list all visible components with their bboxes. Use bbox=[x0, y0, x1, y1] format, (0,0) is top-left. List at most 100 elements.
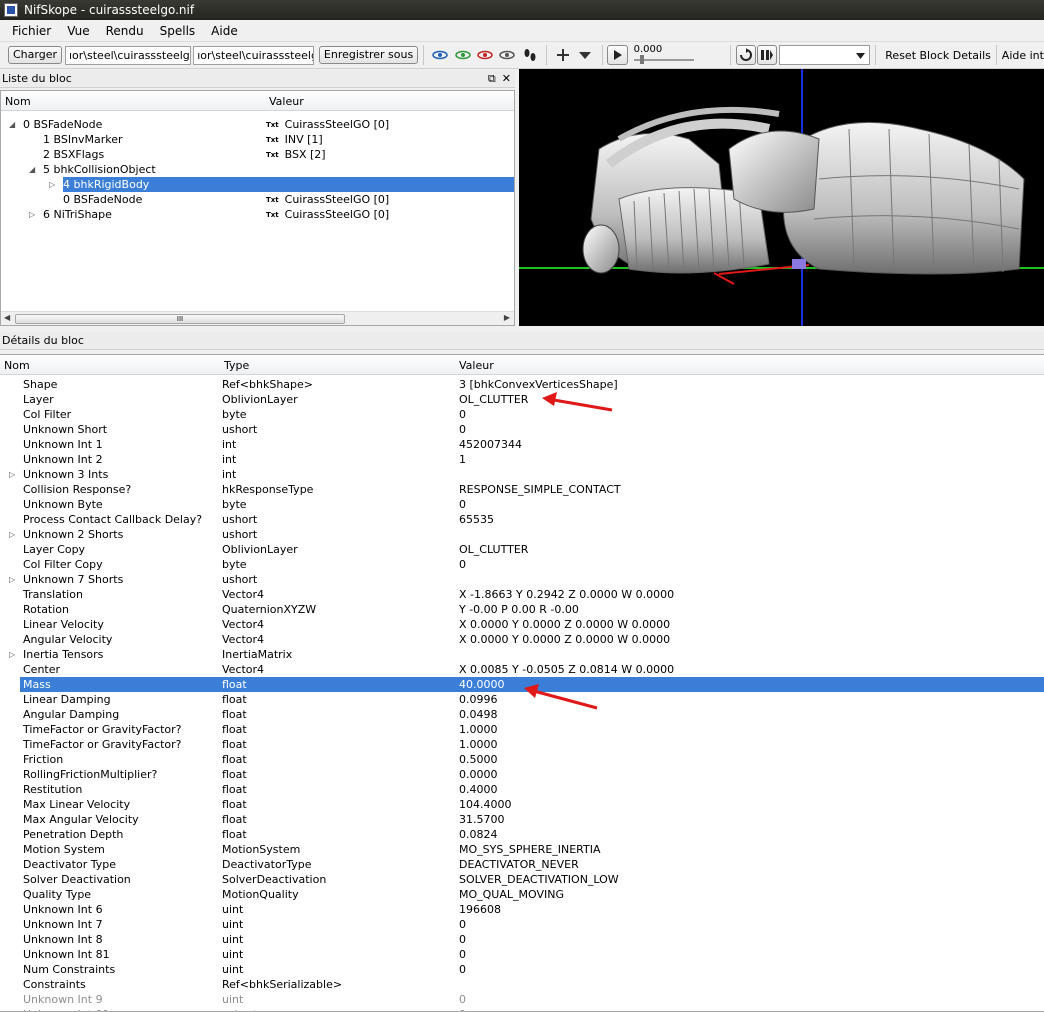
eye-gray-icon[interactable] bbox=[499, 47, 516, 63]
details-cell-value[interactable]: DEACTIVATOR_NEVER bbox=[459, 857, 579, 872]
expand-toggle-icon[interactable]: ▷ bbox=[9, 527, 15, 542]
tree-row[interactable]: 2 BSXFlags Txt BSX [2] bbox=[1, 147, 514, 162]
details-cell-value[interactable]: 1.0000 bbox=[459, 722, 498, 737]
details-row[interactable]: Unknown Int 81 uint 0 bbox=[0, 947, 1044, 962]
view-dropdown-icon[interactable] bbox=[577, 47, 593, 63]
details-row[interactable]: Collision Response? hkResponseType RESPONS… bbox=[0, 482, 1044, 497]
details-row[interactable]: Unknown Int 91 ushort 0 bbox=[0, 1007, 1044, 1011]
details-cell-value[interactable]: 1.0000 bbox=[459, 737, 498, 752]
details-cell-value[interactable]: MO_SYS_SPHERE_INERTIA bbox=[459, 842, 601, 857]
tree-row[interactable]: ▷ 4 bhkRigidBody bbox=[1, 177, 514, 192]
close-icon[interactable]: ✕ bbox=[502, 72, 511, 86]
details-row[interactable]: Constraints Ref<bhkSerializable> bbox=[0, 977, 1044, 992]
menu-rendu[interactable]: Rendu bbox=[98, 24, 152, 38]
details-cell-value[interactable]: X -1.8663 Y 0.2942 Z 0.0000 W 0.0000 bbox=[459, 587, 674, 602]
play-button[interactable] bbox=[607, 45, 628, 65]
menu-fichier[interactable]: Fichier bbox=[4, 24, 59, 38]
details-row[interactable]: ▷ Unknown 2 Shorts ushort bbox=[0, 527, 1044, 542]
details-row[interactable]: Process Contact Callback Delay? ushort 655… bbox=[0, 512, 1044, 527]
details-row[interactable]: Max Angular Velocity float 31.5700 bbox=[0, 812, 1044, 827]
details-row[interactable]: Unknown Int 2 int 1 bbox=[0, 452, 1044, 467]
loop-button[interactable] bbox=[735, 45, 757, 65]
details-row[interactable]: ▷ Inertia Tensors InertiaMatrix bbox=[0, 647, 1044, 662]
details-row[interactable]: Unknown Int 1 int 452007344 bbox=[0, 437, 1044, 452]
details-row[interactable]: RollingFrictionMultiplier? float 0.0000 bbox=[0, 767, 1044, 782]
details-row[interactable]: Motion System MotionSystem MO_SYS_SPHERE_I… bbox=[0, 842, 1044, 857]
details-row[interactable]: Unknown Int 8 uint 0 bbox=[0, 932, 1044, 947]
tree-row[interactable]: 1 BSInvMarker Txt INV [1] bbox=[1, 132, 514, 147]
details-cell-value[interactable]: 0 bbox=[459, 917, 466, 932]
footprints-icon[interactable] bbox=[522, 47, 538, 63]
details-cell-value[interactable]: 0.5000 bbox=[459, 752, 498, 767]
details-cell-value[interactable]: SOLVER_DEACTIVATION_LOW bbox=[459, 872, 619, 887]
details-cell-value[interactable]: 0 bbox=[459, 497, 466, 512]
details-row[interactable]: Solver Deactivation SolverDeactivation SOL… bbox=[0, 872, 1044, 887]
eye-green-icon[interactable] bbox=[454, 47, 471, 63]
details-cell-value[interactable]: 0 bbox=[459, 947, 466, 962]
details-row[interactable]: Translation Vector4 X -1.8663 Y 0.2942 Z 0… bbox=[0, 587, 1044, 602]
float-dock-icon[interactable]: ⧉ bbox=[488, 72, 496, 86]
details-cell-value[interactable]: 0 bbox=[459, 422, 466, 437]
details-row[interactable]: Deactivator Type DeactivatorType DEACTIVAT… bbox=[0, 857, 1044, 872]
details-row[interactable]: Unknown Int 9 uint 0 bbox=[0, 992, 1044, 1007]
details-row[interactable]: Linear Damping float 0.0996 bbox=[0, 692, 1044, 707]
details-cell-value[interactable]: 0 bbox=[459, 1007, 466, 1011]
details-cell-value[interactable]: 0 bbox=[459, 557, 466, 572]
menu-spells[interactable]: Spells bbox=[152, 24, 204, 38]
details-row[interactable]: ▷ Unknown 3 Ints int bbox=[0, 467, 1044, 482]
3d-viewport[interactable] bbox=[519, 69, 1044, 326]
details-row[interactable]: Shape Ref<bhkShape> 3 [bhkConvexVerticesSh… bbox=[0, 377, 1044, 392]
details-cell-value[interactable]: 0.0824 bbox=[459, 827, 498, 842]
details-cell-value[interactable]: 31.5700 bbox=[459, 812, 505, 827]
details-row[interactable]: Col Filter Copy byte 0 bbox=[0, 557, 1044, 572]
details-row[interactable]: Layer Copy OblivionLayer OL_CLUTTER bbox=[0, 542, 1044, 557]
reset-block-details-button[interactable]: Reset Block Details bbox=[885, 49, 991, 62]
details-row[interactable]: Mass float 40.0000 bbox=[0, 677, 1044, 692]
animation-select[interactable] bbox=[779, 45, 871, 65]
scroll-thumb[interactable]: III bbox=[15, 314, 345, 324]
details-cell-value[interactable]: OL_CLUTTER bbox=[459, 542, 528, 557]
details-cell-value[interactable]: 1 bbox=[459, 452, 466, 467]
slider-handle[interactable] bbox=[639, 55, 644, 64]
switch-button[interactable] bbox=[757, 45, 778, 65]
details-row[interactable]: TimeFactor or GravityFactor? float 1.0000 bbox=[0, 737, 1044, 752]
details-row[interactable]: Angular Velocity Vector4 X 0.0000 Y 0.0000… bbox=[0, 632, 1044, 647]
details-row[interactable]: ▷ Unknown 7 Shorts ushort bbox=[0, 572, 1044, 587]
details-cell-value[interactable]: 0.0996 bbox=[459, 692, 498, 707]
tree-row[interactable]: ▷ 6 NiTriShape Txt CuirassSteelGO [0] bbox=[1, 207, 514, 222]
details-cell-value[interactable]: 0.0498 bbox=[459, 707, 498, 722]
expand-toggle-icon[interactable]: ▷ bbox=[9, 467, 15, 482]
tree-row[interactable]: ◢ 5 bhkCollisionObject bbox=[1, 162, 514, 177]
details-row[interactable]: Unknown Int 7 uint 0 bbox=[0, 917, 1044, 932]
tree-row[interactable]: 0 BSFadeNode Txt CuirassSteelGO [0] bbox=[1, 192, 514, 207]
details-cell-value[interactable]: Y -0.00 P 0.00 R -0.00 bbox=[459, 602, 579, 617]
details-cell-value[interactable]: X 0.0000 Y 0.0000 Z 0.0000 W 0.0000 bbox=[459, 617, 670, 632]
details-cell-value[interactable]: 0.4000 bbox=[459, 782, 498, 797]
details-row[interactable]: Max Linear Velocity float 104.4000 bbox=[0, 797, 1044, 812]
details-row[interactable]: Layer OblivionLayer OL_CLUTTER bbox=[0, 392, 1044, 407]
load-button[interactable]: Charger bbox=[8, 46, 62, 64]
time-slider[interactable]: 0.000 bbox=[633, 44, 694, 66]
details-cell-value[interactable]: 40.0000 bbox=[459, 677, 505, 692]
details-cell-value[interactable]: 104.4000 bbox=[459, 797, 512, 812]
details-row[interactable]: Restitution float 0.4000 bbox=[0, 782, 1044, 797]
expand-toggle-icon[interactable]: ◢ bbox=[9, 117, 15, 132]
details-cell-value[interactable]: 0 bbox=[459, 932, 466, 947]
details-cell-value[interactable]: X 0.0085 Y -0.0505 Z 0.0814 W 0.0000 bbox=[459, 662, 674, 677]
load-path-input[interactable]: ıor\steel\cuirasssteelgo.nif bbox=[65, 45, 192, 65]
details-cell-value[interactable]: 0.0000 bbox=[459, 767, 498, 782]
col-value[interactable]: Valeur bbox=[459, 359, 494, 372]
expand-toggle-icon[interactable]: ◢ bbox=[29, 162, 35, 177]
details-cell-value[interactable]: 0 bbox=[459, 962, 466, 977]
expand-toggle-icon[interactable]: ▷ bbox=[29, 207, 35, 222]
details-row[interactable]: Num Constraints uint 0 bbox=[0, 962, 1044, 977]
details-row[interactable]: Penetration Depth float 0.0824 bbox=[0, 827, 1044, 842]
menu-vue[interactable]: Vue bbox=[59, 24, 97, 38]
details-row[interactable]: Col Filter byte 0 bbox=[0, 407, 1044, 422]
details-cell-value[interactable]: 452007344 bbox=[459, 437, 522, 452]
eye-red-icon[interactable] bbox=[477, 47, 493, 63]
details-cell-value[interactable]: OL_CLUTTER bbox=[459, 392, 528, 407]
col-type[interactable]: Type bbox=[224, 359, 249, 372]
details-row[interactable]: Friction float 0.5000 bbox=[0, 752, 1044, 767]
details-cell-value[interactable]: 3 [bhkConvexVerticesShape] bbox=[459, 377, 618, 392]
